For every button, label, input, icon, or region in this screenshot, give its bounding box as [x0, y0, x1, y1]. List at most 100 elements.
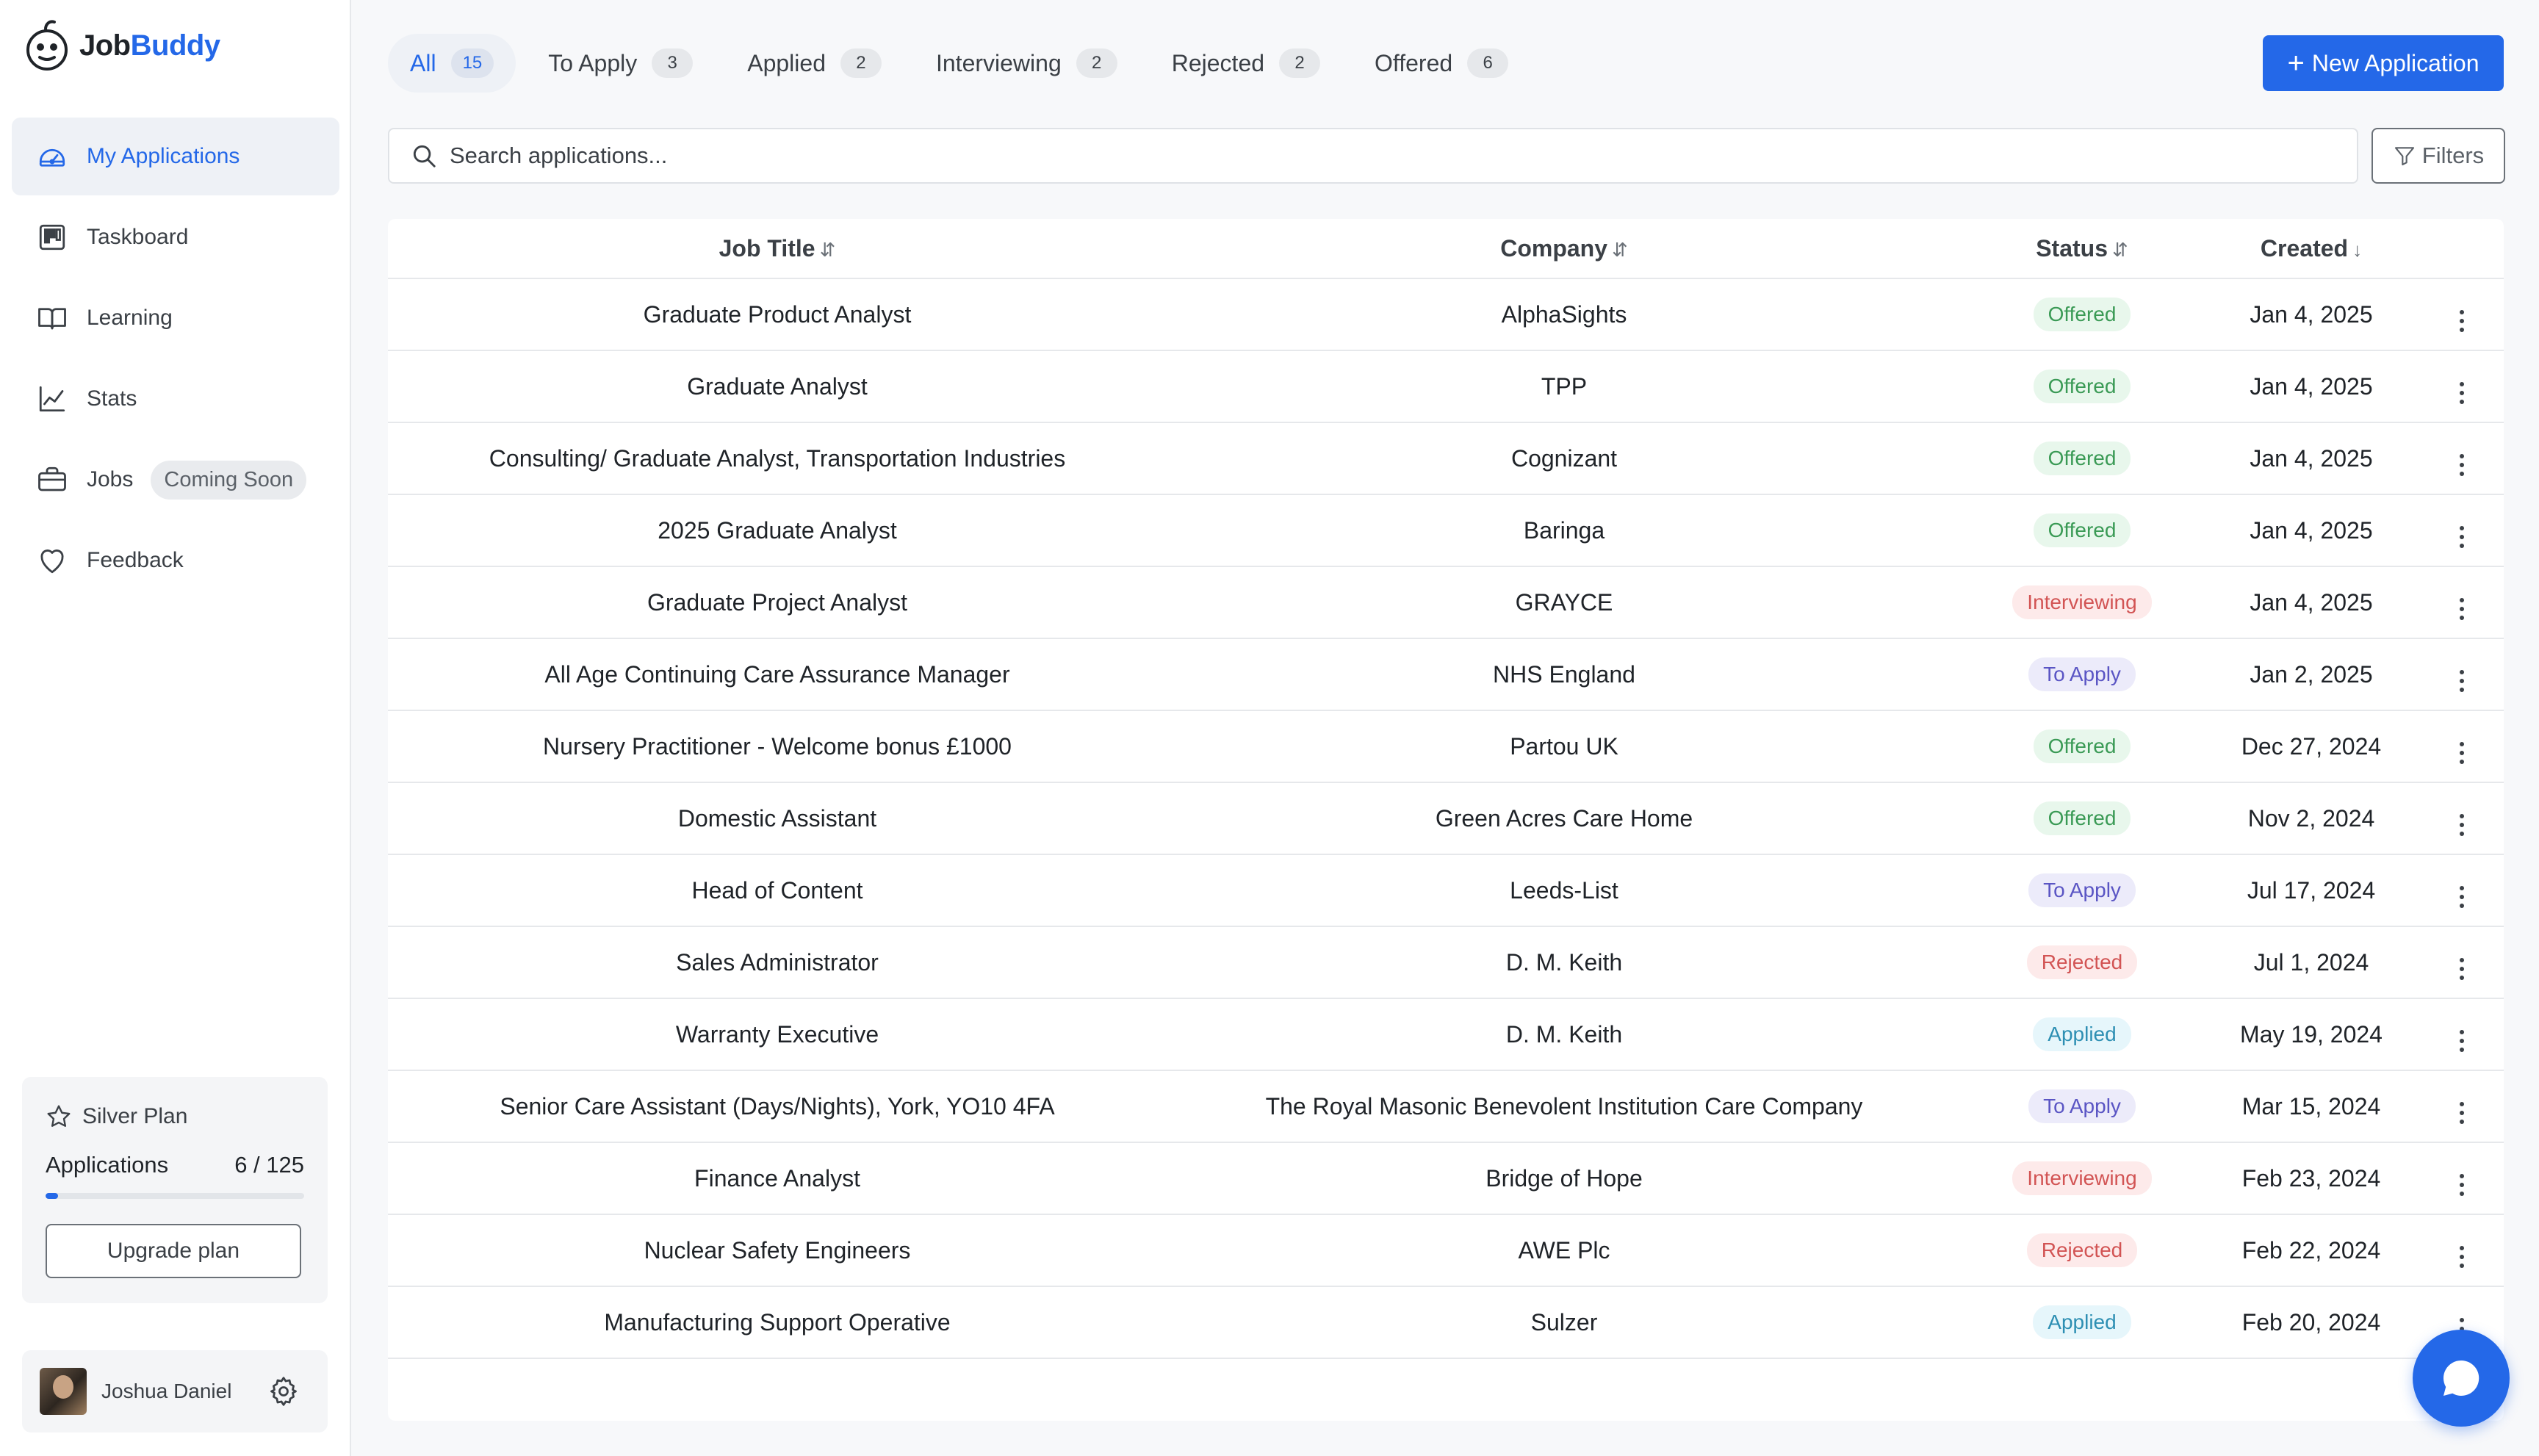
cell-status: Interviewing — [1962, 1161, 2203, 1195]
more-options-icon[interactable] — [2447, 1098, 2477, 1128]
table-body: Graduate Product Analyst AlphaSights Offer… — [388, 279, 2504, 1359]
status-badge: Offered — [2033, 513, 2131, 547]
table-row[interactable]: Nuclear Safety Engineers AWE Plc Rejected F… — [388, 1215, 2504, 1287]
more-options-icon[interactable] — [2447, 882, 2477, 912]
sort-desc-icon: ↓ — [2352, 238, 2363, 261]
search-input[interactable] — [450, 143, 2286, 169]
table-row[interactable]: 2025 Graduate Analyst Baringa Offered Jan 4… — [388, 495, 2504, 567]
avatar — [40, 1368, 87, 1415]
more-options-icon[interactable] — [2447, 522, 2477, 552]
tab-interviewing[interactable]: Interviewing 2 — [914, 34, 1139, 93]
plan-card: Silver Plan Applications 6 / 125 Upgrade… — [22, 1077, 328, 1303]
header-label: Company — [1500, 234, 1607, 262]
tab-count: 2 — [1279, 48, 1321, 78]
table-header: Job Title ⇵ Company ⇵ Status ⇵ Created ↓ — [388, 219, 2504, 279]
tab-offered[interactable]: Offered 6 — [1353, 34, 1530, 93]
app-logo[interactable]: JobBuddy — [24, 19, 220, 72]
more-options-icon[interactable] — [2447, 1026, 2477, 1056]
tab-to-apply[interactable]: To Apply 3 — [526, 34, 715, 93]
table-row[interactable]: Sales Administrator D. M. Keith Rejected Ju… — [388, 927, 2504, 999]
plan-name: Silver Plan — [82, 1104, 188, 1128]
status-badge: Offered — [2033, 370, 2131, 403]
header-created[interactable]: Created ↓ — [2203, 235, 2420, 262]
sidebar-item-label: My Applications — [87, 144, 240, 168]
sidebar-item-feedback[interactable]: Feedback — [12, 522, 339, 599]
tab-count: 6 — [1467, 48, 1509, 78]
cell-status: Rejected — [1962, 945, 2203, 979]
status-badge: Rejected — [2026, 1233, 2138, 1267]
cell-status: Applied — [1962, 1305, 2203, 1339]
cell-company: Sulzer — [1530, 1308, 1598, 1336]
cell-created: Jan 4, 2025 — [2250, 372, 2373, 400]
more-options-icon[interactable] — [2447, 954, 2477, 984]
header-status[interactable]: Status ⇵ — [1962, 235, 2203, 262]
more-options-icon[interactable] — [2447, 1242, 2477, 1272]
new-application-label: New Application — [2311, 49, 2479, 76]
sidebar-item-jobs[interactable]: Jobs Coming Soon — [12, 441, 339, 519]
sidebar-item-label: Stats — [87, 386, 137, 411]
table-row[interactable]: Finance Analyst Bridge of Hope Interviewin… — [388, 1143, 2504, 1215]
sidebar-item-learning[interactable]: Learning — [12, 279, 339, 357]
header-company[interactable]: Company ⇵ — [1167, 235, 1962, 262]
cell-status: Offered — [1962, 513, 2203, 547]
more-options-icon[interactable] — [2447, 738, 2477, 768]
sidebar-item-my-applications[interactable]: My Applications — [12, 118, 339, 195]
sidebar-item-label: Feedback — [87, 548, 184, 572]
plus-icon: + — [2287, 47, 2305, 79]
cell-actions — [2420, 1013, 2504, 1056]
sidebar-item-stats[interactable]: Stats — [12, 360, 339, 438]
header-job-title[interactable]: Job Title ⇵ — [388, 235, 1167, 262]
cell-job-title: Senior Care Assistant (Days/Nights), Yor… — [500, 1092, 1055, 1120]
cell-job-title: Warranty Executive — [675, 1020, 879, 1048]
table-row[interactable]: Domestic Assistant Green Acres Care Home O… — [388, 783, 2504, 855]
table-row[interactable]: Graduate Project Analyst GRAYCE Interviewi… — [388, 567, 2504, 639]
tab-count: 2 — [840, 48, 882, 78]
status-badge: Offered — [2033, 729, 2131, 763]
sidebar-nav: My Applications Taskboard Learning Stats… — [12, 118, 339, 602]
cell-company: Partou UK — [1510, 732, 1618, 760]
gear-icon[interactable] — [267, 1375, 300, 1408]
cell-created: Dec 27, 2024 — [2241, 732, 2382, 760]
tab-all[interactable]: All 15 — [388, 34, 516, 93]
more-options-icon[interactable] — [2447, 810, 2477, 840]
cell-actions — [2420, 941, 2504, 984]
cell-actions — [2420, 365, 2504, 408]
table-row[interactable]: Nursery Practitioner - Welcome bonus £10… — [388, 711, 2504, 783]
sidebar-item-taskboard[interactable]: Taskboard — [12, 198, 339, 276]
table-row[interactable]: Graduate Analyst TPP Offered Jan 4, 2025 — [388, 351, 2504, 423]
upgrade-plan-button[interactable]: Upgrade plan — [46, 1224, 301, 1278]
tab-label: Interviewing — [935, 49, 1062, 76]
table-row[interactable]: Graduate Product Analyst AlphaSights Offer… — [388, 279, 2504, 351]
chat-button[interactable] — [2413, 1330, 2510, 1427]
cell-company: Bridge of Hope — [1485, 1164, 1643, 1192]
more-options-icon[interactable] — [2447, 1170, 2477, 1200]
user-card[interactable]: Joshua Daniel — [22, 1350, 328, 1432]
cell-company: D. M. Keith — [1505, 948, 1623, 976]
table-row[interactable]: Head of Content Leeds-List To Apply Jul 17,… — [388, 855, 2504, 927]
briefcase-icon — [38, 466, 66, 491]
tab-count: 2 — [1076, 48, 1117, 78]
table-row[interactable]: Senior Care Assistant (Days/Nights), Yor… — [388, 1071, 2504, 1143]
table-row[interactable]: Warranty Executive D. M. Keith Applied May … — [388, 999, 2504, 1071]
cell-actions — [2420, 725, 2504, 768]
more-options-icon[interactable] — [2447, 450, 2477, 480]
new-application-button[interactable]: + New Application — [2263, 35, 2504, 91]
tab-applied[interactable]: Applied 2 — [725, 34, 904, 93]
cell-status: To Apply — [1962, 1089, 2203, 1123]
table-row[interactable]: All Age Continuing Care Assurance Manage… — [388, 639, 2504, 711]
cell-actions — [2420, 509, 2504, 552]
status-badge: Offered — [2033, 442, 2131, 475]
more-options-icon[interactable] — [2447, 594, 2477, 624]
chart-icon — [39, 386, 65, 412]
plan-title: Silver Plan — [46, 1103, 304, 1130]
tab-rejected[interactable]: Rejected 2 — [1150, 34, 1342, 93]
filters-button[interactable]: Filters — [2371, 128, 2505, 184]
table-row[interactable]: Manufacturing Support Operative Sulzer App… — [388, 1287, 2504, 1359]
sidebar: JobBuddy My Applications Taskboard Learn… — [0, 0, 351, 1456]
table-row[interactable]: Consulting/ Graduate Analyst, Transporta… — [388, 423, 2504, 495]
more-options-icon[interactable] — [2447, 306, 2477, 336]
cell-job-title: Graduate Product Analyst — [643, 300, 912, 328]
more-options-icon[interactable] — [2447, 666, 2477, 696]
more-options-icon[interactable] — [2447, 378, 2477, 408]
cell-status: Applied — [1962, 1017, 2203, 1051]
